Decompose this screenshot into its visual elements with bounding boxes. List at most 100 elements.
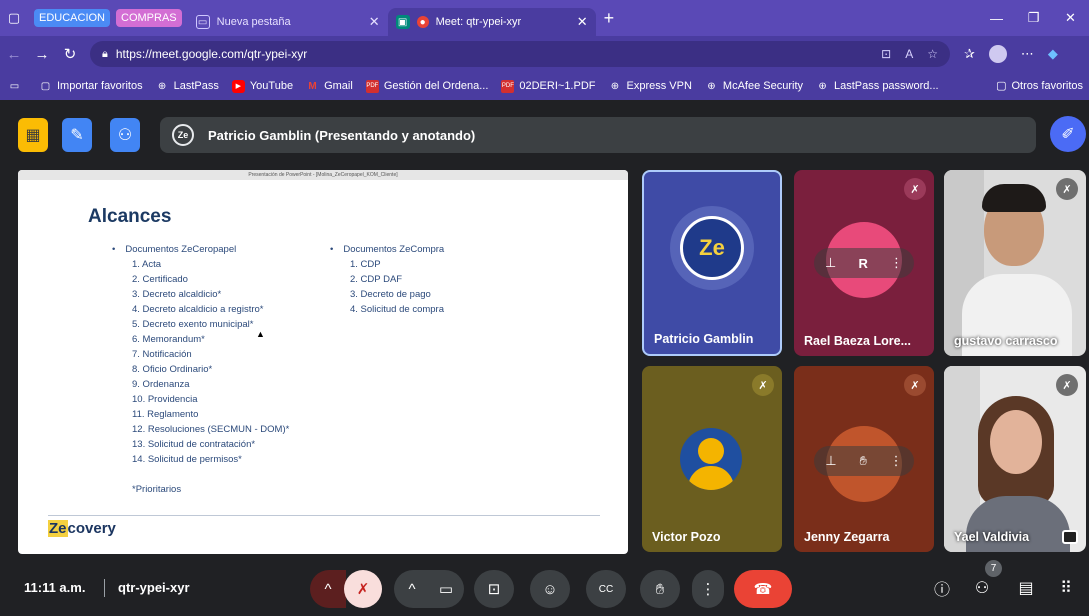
hand-icon: ✋︎ [859,453,867,468]
copilot-icon[interactable]: ◆ [1048,46,1058,62]
participant-tile-yael[interactable]: ✗ Yael Valdivia [944,366,1086,552]
participant-tile-patricio[interactable]: Ze Patricio Gamblin [642,170,782,356]
participant-name: Rael Baeza Lore... [804,334,911,348]
profile-avatar[interactable] [988,45,1007,63]
tab-group-compras[interactable]: COMPRAS [116,9,182,27]
chat-icon[interactable]: ▤ [1012,574,1040,602]
list-item: 4. Solicitud de compra [350,304,444,315]
url-bar[interactable]: 🔒︎ https://meet.google.com/qtr-ypei-xyr … [90,41,950,67]
bookmark-expressvpn[interactable]: ⊕ Express VPN [609,80,692,93]
annotate-icon[interactable]: ✎ [62,118,92,152]
browser-window: ▢ EDUCACION COMPRAS ▭ Nueva pestaña ✕ ▣ … [0,0,1089,616]
bookmark-mcafee[interactable]: ⊕ McAfee Security [705,80,803,93]
pin-icon[interactable]: ⊥ [825,255,836,271]
other-favorites[interactable]: ▢ Otros favoritos [996,79,1083,93]
bookmark-youtube[interactable]: ▶ YouTube [231,79,293,93]
more-options-button[interactable]: ⋮ [692,570,724,608]
cast-icon[interactable]: ⊡ [881,47,891,61]
camera-toggle-button[interactable]: ▭ [428,570,464,608]
gmail-icon: M [308,80,317,92]
favorite-star-icon[interactable]: ☆ [927,47,938,61]
whiteboard-icon[interactable]: ▦ [18,118,48,152]
self-view-icon[interactable] [1062,530,1078,544]
tile-controls: ⊥ R ⋮ [814,248,914,278]
close-tab-icon[interactable]: ✕ [577,14,588,30]
bookmark-import[interactable]: ▢ Importar favoritos [39,80,143,93]
sidebar-toggle-icon[interactable]: ▢ [0,0,28,36]
mic-toggle-button[interactable]: ✗ [344,570,382,608]
meet-icon: ▣ [395,15,410,29]
leave-call-button[interactable]: ☎︎ [734,570,792,608]
person-head [990,410,1042,474]
participant-name: Yael Valdivia [954,530,1030,544]
captions-button[interactable]: CC [586,570,626,608]
tab-meet[interactable]: ▣ ● Meet: qtr-ypei-xyr ✕ [387,8,596,36]
meeting-info-icon[interactable]: ⓘ [928,574,956,602]
zecovery-logo: Zecovery [48,520,116,537]
new-tab-plus-icon[interactable]: + [604,8,615,29]
participant-initial: R [858,255,868,271]
minimize-icon[interactable]: — [978,0,1015,36]
list-item: 10. Providencia [132,394,198,405]
mic-off-icon: ✗ [904,178,926,200]
people-share-icon[interactable]: ⚇ [110,118,140,152]
globe-icon: ⊕ [157,80,167,92]
activities-icon[interactable]: ⠿ [1052,574,1080,602]
more-icon[interactable]: ⋯ [1021,46,1034,62]
bookmarks-bar: ▭ ▢ Importar favoritos ⊕ LastPass ▶ YouTube… [0,72,1089,100]
favorites-icon[interactable]: ✰ [964,46,975,62]
slide-title: Alcances [88,206,172,227]
bookmark-lastpass-password[interactable]: ⊕ LastPass password... [816,80,938,93]
participant-avatar [680,428,742,490]
forward-icon[interactable]: → [28,46,56,63]
video-options-button[interactable]: ^ [394,570,430,608]
pin-icon[interactable]: ⊥ [825,453,836,469]
audio-options-button[interactable]: ^ [310,570,346,608]
shared-slide: Presentación de PowerPoint - [Molina_ZeC… [18,170,628,554]
more-options-icon[interactable]: ⋮ [890,453,903,469]
list-item: 1. Acta [132,259,162,270]
participant-tile-gustavo[interactable]: ✗ gustavo carrasco [944,170,1086,356]
sidebar-icon[interactable]: ▭ [8,80,26,93]
lock-icon[interactable]: 🔒︎ [102,48,108,61]
present-screen-icon: ⊡ [487,581,501,598]
tab-new-tab[interactable]: ▭ Nueva pestaña ✕ [188,8,388,36]
list-item: 13. Solicitud de contratación* [132,439,256,450]
bookmark-gestion[interactable]: PDF Gestión del Ordena... [365,79,488,93]
list-item: 4. Decreto alcaldicio a registro* [132,304,264,315]
url-text: https://meet.google.com/qtr-ypei-xyr [115,47,308,61]
restore-icon[interactable]: ❐ [1015,0,1052,36]
back-icon[interactable]: ← [0,46,28,63]
globe-icon: ⊕ [707,80,716,92]
emoji-icon: ☺ [542,580,558,598]
list-item: 9. Ordenanza [132,379,190,390]
list-item: 5. Decreto exento municipal* [132,319,254,330]
people-icon[interactable]: ⚇ [968,574,996,602]
bookmark-lastpass[interactable]: ⊕ LastPass [156,80,219,93]
tab-group-educacion[interactable]: EDUCACION [34,9,111,27]
more-options-icon[interactable]: ⋮ [890,255,903,271]
column-header: Documentos ZeCeropapel [112,242,289,257]
participant-tile-victor[interactable]: ✗ Victor Pozo [642,366,782,552]
close-tab-icon[interactable]: ✕ [369,14,380,30]
meeting-time: 11:11 a.m. [24,580,86,595]
reactions-button[interactable]: ☺ [530,570,570,608]
camera-icon: ▭ [438,581,454,598]
read-aloud-icon[interactable]: A [905,47,913,61]
close-window-icon[interactable]: ✕ [1052,0,1089,36]
reload-icon[interactable]: ↻ [56,45,84,63]
bookmark-gmail[interactable]: M Gmail [306,80,352,93]
mic-off-icon: ✗ [904,374,926,396]
raise-hand-button[interactable]: ✋︎ [640,570,680,608]
mic-off-icon: ✗ [752,374,774,396]
tab-title: Nueva pestaña [216,16,291,28]
presenter-text: Patricio Gamblin (Presentando y anotando… [208,127,476,143]
bookmark-02deri[interactable]: PDF 02DERI~1.PDF [501,79,596,93]
participant-tile-jenny[interactable]: ✗ ⊥ ✋︎ ⋮ Jenny Zegarra [794,366,934,552]
participant-tile-rael[interactable]: ✗ ⊥ R ⋮ Rael Baeza Lore... [794,170,934,356]
import-icon: ▢ [40,80,51,92]
pdf-icon: PDF [501,79,515,93]
present-button[interactable]: ⊡ [474,570,514,608]
captions-icon: CC [598,583,614,595]
pen-annotation-icon[interactable]: ✐ [1050,116,1086,152]
